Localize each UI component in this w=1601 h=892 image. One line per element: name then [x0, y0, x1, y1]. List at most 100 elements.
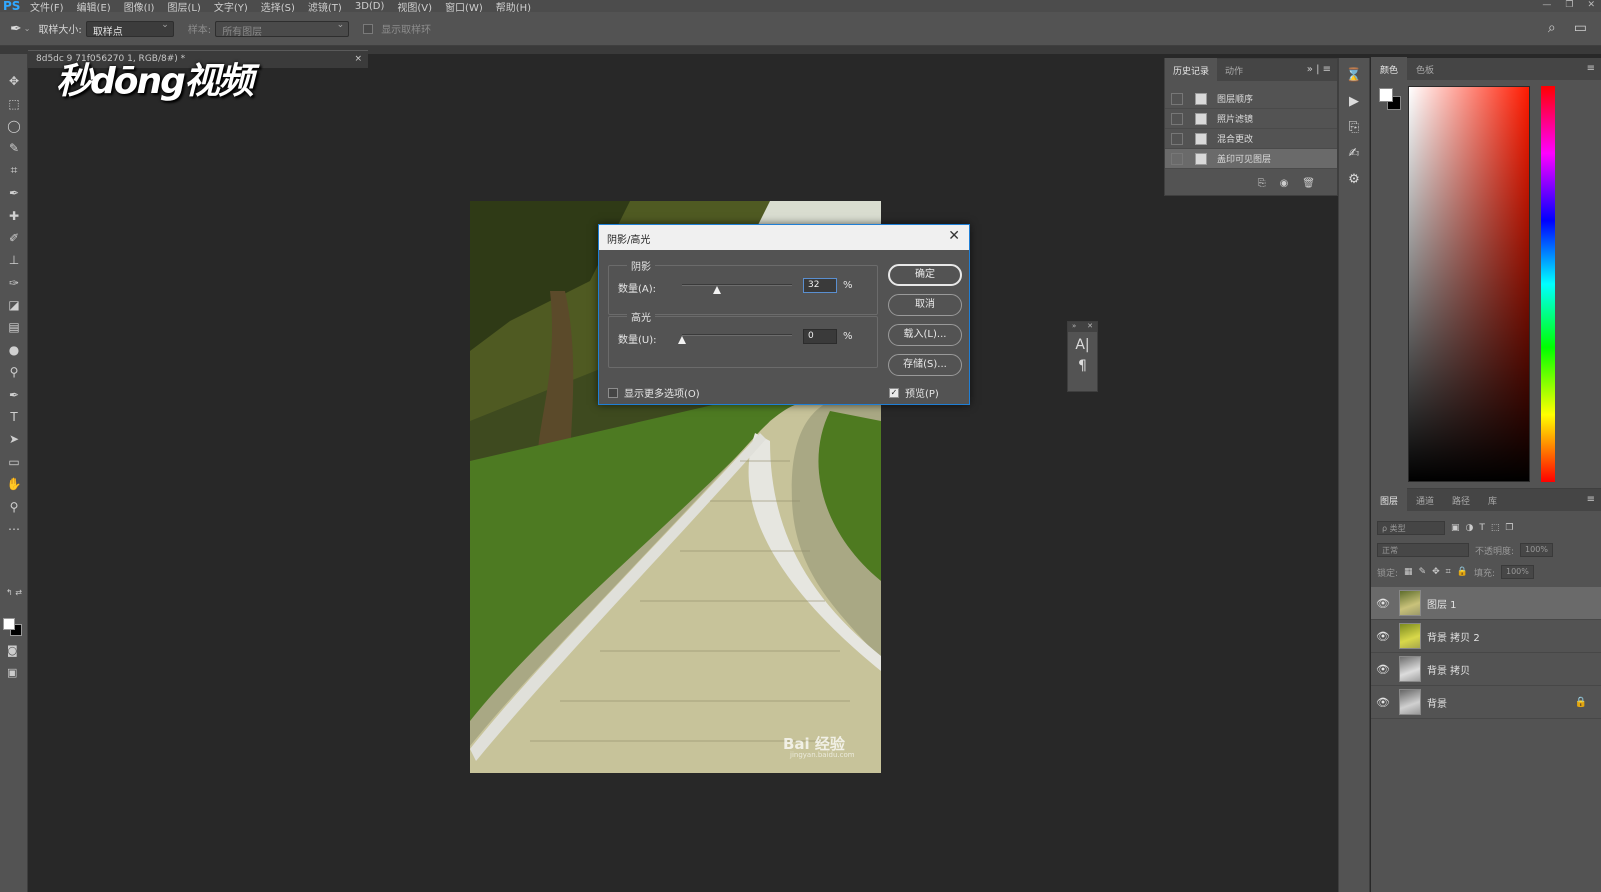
- brush-settings-icon[interactable]: ✍: [1339, 140, 1369, 166]
- visibility-eye-icon[interactable]: 👁: [1371, 630, 1395, 643]
- pixel-filter-icon[interactable]: ▣: [1451, 523, 1460, 533]
- crop-tool-icon[interactable]: ⌗: [0, 160, 28, 182]
- blur-tool-icon[interactable]: ●: [0, 339, 28, 361]
- dodge-tool-icon[interactable]: ⚲: [0, 361, 28, 383]
- blend-mode-select[interactable]: 正常: [1377, 543, 1469, 557]
- history-item[interactable]: 照片滤镜: [1165, 109, 1337, 129]
- layer-row[interactable]: 👁 图层 1: [1371, 587, 1601, 620]
- highlights-amount-slider[interactable]: [682, 334, 792, 336]
- layer-row[interactable]: 👁 背景 拷贝 2: [1371, 620, 1601, 653]
- move-tool-icon[interactable]: ✥: [0, 70, 28, 92]
- path-select-tool-icon[interactable]: ➤: [0, 428, 28, 450]
- close-icon[interactable]: ✕: [948, 228, 960, 244]
- visibility-eye-icon[interactable]: 👁: [1371, 663, 1395, 676]
- healing-tool-icon[interactable]: ✚: [0, 204, 28, 226]
- sample-select[interactable]: 所有图层: [215, 20, 350, 38]
- tool-preset-chevron-icon[interactable]: ⌄: [24, 24, 31, 33]
- brush-tool-icon[interactable]: ✐: [0, 227, 28, 249]
- panel-menu-icon[interactable]: » | ≡: [1307, 64, 1331, 75]
- layer-row[interactable]: 👁 背景 拷贝: [1371, 653, 1601, 686]
- restore-icon[interactable]: ❐: [1565, 0, 1573, 10]
- panel-menu-icon[interactable]: ≡: [1587, 494, 1595, 505]
- collapse-icon[interactable]: »: [1072, 322, 1076, 332]
- more-tools-icon[interactable]: ⋯: [0, 518, 28, 540]
- highlights-slider-thumb[interactable]: [678, 336, 686, 344]
- shadows-slider-thumb[interactable]: [713, 286, 722, 294]
- menu-3d[interactable]: 3D(D): [355, 1, 385, 12]
- tab-libraries[interactable]: 库: [1479, 488, 1506, 513]
- search-icon[interactable]: ⌕: [1548, 20, 1556, 36]
- hue-slider[interactable]: [1541, 86, 1555, 482]
- lock-pixels-icon[interactable]: ✎: [1419, 567, 1427, 577]
- adjustment-filter-icon[interactable]: ◑: [1466, 523, 1474, 533]
- adjustments-icon[interactable]: ⚙: [1339, 166, 1369, 192]
- layer-row[interactable]: 👁 背景 🔒: [1371, 686, 1601, 719]
- history-item[interactable]: 图层顺序: [1165, 89, 1337, 109]
- zoom-tool-icon[interactable]: ⚲: [0, 495, 28, 517]
- shadows-amount-input[interactable]: 32: [803, 278, 837, 293]
- camera-icon[interactable]: ◉: [1280, 178, 1289, 189]
- foreground-color-swatch[interactable]: [3, 618, 15, 630]
- tab-swatches[interactable]: 色板: [1407, 57, 1443, 82]
- hand-tool-icon[interactable]: ✋: [0, 473, 28, 495]
- workspace-icon[interactable]: ▭: [1574, 20, 1587, 36]
- panel-menu-icon[interactable]: ≡: [1587, 63, 1595, 74]
- eyedropper-tool-icon[interactable]: ✒: [0, 182, 28, 204]
- history-snapshot-box[interactable]: [1171, 112, 1183, 125]
- panel-foreground-swatch[interactable]: [1379, 88, 1393, 102]
- more-options-option[interactable]: 显示更多选项(O): [608, 385, 700, 400]
- fill-input[interactable]: 100%: [1501, 565, 1534, 579]
- shape-filter-icon[interactable]: ⬚: [1491, 523, 1500, 533]
- quick-mask-icon[interactable]: ◙: [7, 644, 18, 657]
- history-panel-icon[interactable]: ⌛: [1339, 62, 1369, 88]
- history-brush-tool-icon[interactable]: ✑: [0, 272, 28, 294]
- tab-history[interactable]: 历史记录: [1165, 57, 1218, 83]
- quick-select-tool-icon[interactable]: ✎: [0, 137, 28, 159]
- lock-icon[interactable]: 🔒: [1575, 697, 1587, 708]
- preview-option[interactable]: ✓ 预览(P): [889, 385, 939, 400]
- character-icon[interactable]: A|: [1068, 337, 1097, 353]
- layer-filter-select[interactable]: ρ 类型: [1377, 521, 1445, 535]
- marquee-tool-icon[interactable]: ⬚: [0, 92, 28, 114]
- lock-transparency-icon[interactable]: ▦: [1404, 567, 1413, 577]
- screen-mode-icon[interactable]: ▣: [7, 666, 17, 679]
- ok-button[interactable]: 确定: [888, 264, 962, 286]
- more-options-checkbox[interactable]: [608, 387, 618, 398]
- tab-actions[interactable]: 动作: [1217, 58, 1251, 83]
- floating-panel-header[interactable]: » ✕: [1068, 322, 1097, 332]
- actions-panel-icon[interactable]: ▶: [1339, 88, 1369, 114]
- visibility-eye-icon[interactable]: 👁: [1371, 597, 1395, 610]
- opacity-input[interactable]: 100%: [1520, 543, 1553, 557]
- lock-position-icon[interactable]: ✥: [1432, 567, 1440, 577]
- shadows-amount-slider[interactable]: [682, 284, 792, 286]
- type-filter-icon[interactable]: T: [1479, 523, 1485, 533]
- tab-color[interactable]: 颜色: [1371, 56, 1408, 82]
- tab-channels[interactable]: 通道: [1407, 488, 1443, 513]
- history-item[interactable]: 混合更改: [1165, 129, 1337, 149]
- eyedropper-tool-icon[interactable]: ✒: [10, 21, 22, 37]
- cancel-button[interactable]: 取消: [888, 294, 962, 316]
- tab-layers[interactable]: 图层: [1371, 487, 1408, 513]
- visibility-eye-icon[interactable]: 👁: [1371, 696, 1395, 709]
- preview-checkbox[interactable]: ✓: [889, 387, 899, 398]
- swap-colors-icon[interactable]: ↰ ⇄: [6, 588, 22, 597]
- new-document-from-state-icon[interactable]: ⎘: [1258, 178, 1266, 189]
- save-button[interactable]: 存储(S)...: [888, 354, 962, 376]
- type-tool-icon[interactable]: T: [0, 406, 28, 428]
- tab-paths[interactable]: 路径: [1443, 488, 1479, 513]
- sample-size-select[interactable]: 取样点: [85, 20, 174, 38]
- trash-icon[interactable]: 🗑: [1302, 178, 1315, 189]
- lock-all-icon[interactable]: 🔒: [1457, 567, 1468, 577]
- lasso-tool-icon[interactable]: ◯: [0, 115, 28, 137]
- color-field[interactable]: [1408, 86, 1530, 482]
- highlights-amount-input[interactable]: 0: [803, 329, 837, 344]
- history-snapshot-box[interactable]: [1171, 132, 1183, 145]
- close-tab-icon[interactable]: ×: [354, 54, 362, 64]
- smart-object-filter-icon[interactable]: ❐: [1505, 523, 1513, 533]
- close-window-icon[interactable]: ✕: [1587, 0, 1595, 10]
- paragraph-icon[interactable]: ¶: [1068, 358, 1097, 374]
- clone-source-icon[interactable]: ⎘: [1339, 114, 1369, 140]
- load-button[interactable]: 载入(L)...: [888, 324, 962, 346]
- lock-artboard-icon[interactable]: ⌗: [1446, 567, 1451, 577]
- history-snapshot-box[interactable]: [1171, 152, 1183, 165]
